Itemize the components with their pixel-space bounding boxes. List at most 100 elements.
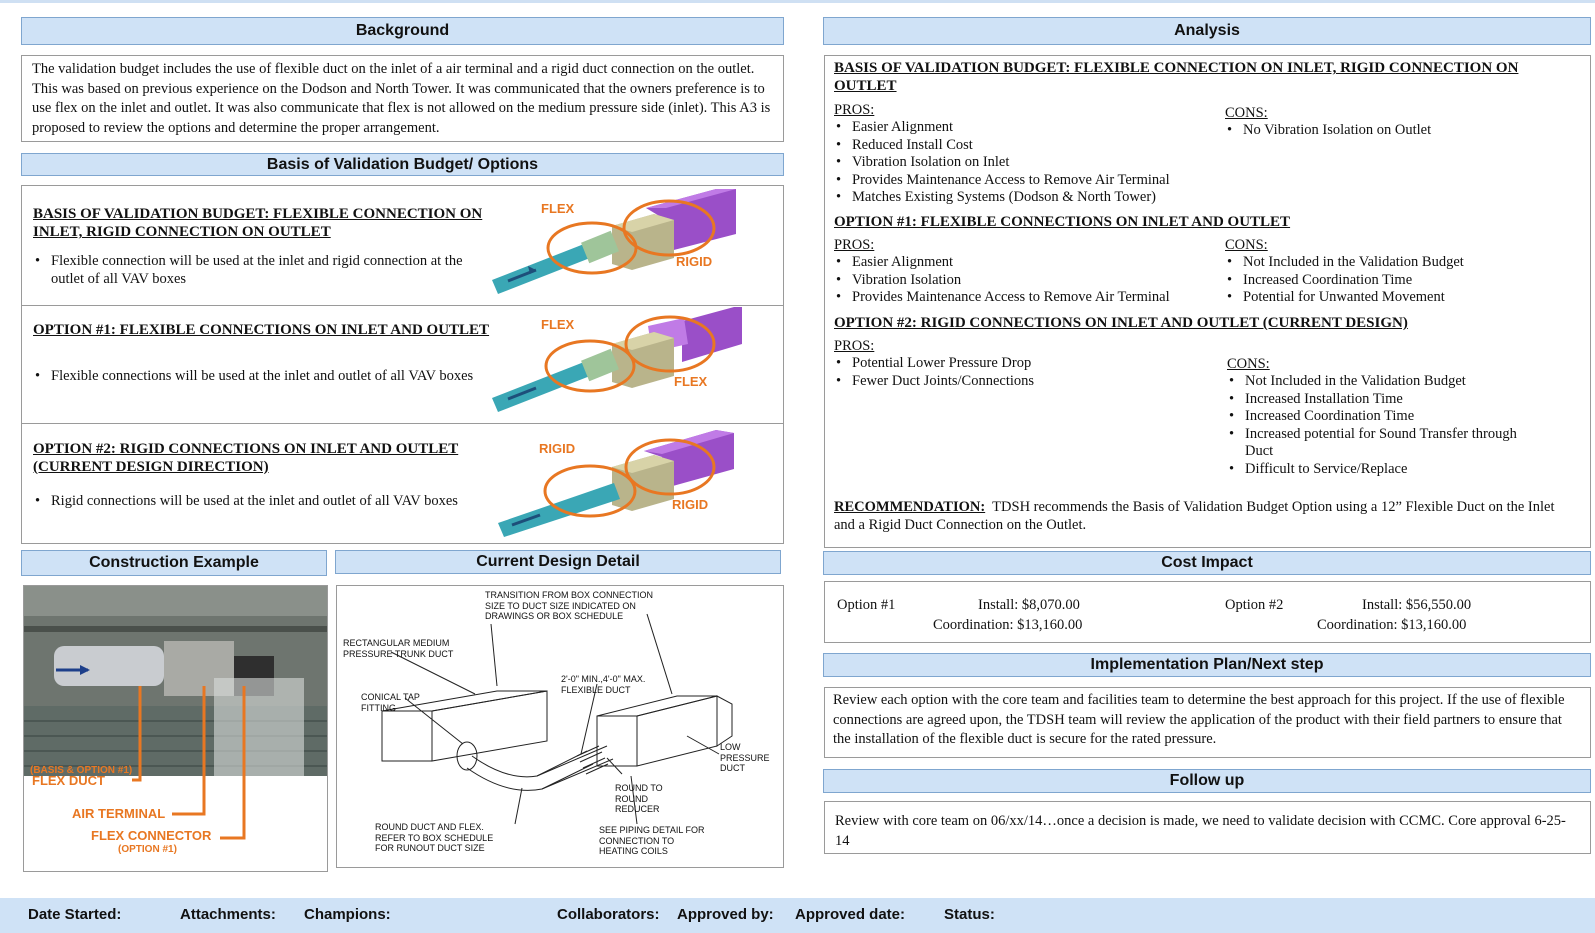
background-text: The validation budget includes the use o…: [32, 61, 771, 136]
cost-header: Cost Impact: [823, 551, 1591, 575]
approved-by-label: Approved by:: [677, 906, 774, 923]
list-item: Matches Existing Systems (Dodson & North…: [834, 189, 1224, 207]
pros-label: PROS:: [834, 338, 875, 354]
pros-label: PROS:: [834, 102, 875, 118]
recommendation: RECOMMENDATION: TDSH recommends the Basi…: [834, 499, 1579, 534]
analysis-section-title: BASIS OF VALIDATION BUDGET: FLEXIBLE CON…: [834, 60, 1519, 94]
list-item: Vibration Isolation: [834, 272, 1224, 290]
label-reducer: ROUND TO ROUND REDUCER: [615, 783, 663, 814]
pros-list: Easier Alignment Vibration Isolation Pro…: [834, 254, 1224, 307]
air-terminal-label: AIR TERMINAL: [72, 806, 165, 821]
construction-box: (BASIS & OPTION #1) FLEX DUCT AIR TERMIN…: [23, 585, 328, 872]
list-item: Easier Alignment: [834, 254, 1224, 272]
followup-text: Review with core team on 06/xx/14…once a…: [835, 813, 1566, 849]
champions-label: Champions:: [304, 906, 391, 923]
inlet-label: FLEX: [541, 317, 575, 332]
duct-diagram-option-1: FLEX FLEX: [492, 307, 742, 412]
label-low-pressure: LOW PRESSURE DUCT: [720, 742, 770, 773]
flex-connector-label: FLEX CONNECTOR: [91, 828, 212, 843]
duct-diagram-option-2: RIGID RIGID: [498, 430, 734, 537]
list-item: Potential for Unwanted Movement: [1225, 289, 1575, 307]
cons-label: CONS:: [1227, 356, 1270, 372]
list-item: Reduced Install Cost: [834, 137, 1224, 155]
analysis-box: BASIS OF VALIDATION BUDGET: FLEXIBLE CON…: [824, 55, 1591, 548]
attachments-label: Attachments:: [180, 906, 276, 923]
label-piping: SEE PIPING DETAIL FOR CONNECTION TO HEAT…: [599, 825, 705, 856]
list-item: Increased potential for Sound Transfer t…: [1227, 426, 1527, 461]
label-round-duct: ROUND DUCT AND FLEX. REFER TO BOX SCHEDU…: [375, 822, 494, 853]
label-transition: TRANSITION FROM BOX CONNECTION SIZE TO D…: [485, 590, 654, 621]
background-box: The validation budget includes the use o…: [21, 55, 784, 142]
list-item: Not Included in the Validation Budget: [1227, 373, 1527, 391]
option-1-label: Option #1: [837, 597, 896, 613]
cons-list: No Vibration Isolation on Outlet: [1225, 122, 1575, 140]
option-title: OPTION #1: FLEXIBLE CONNECTIONS ON INLET…: [33, 322, 490, 338]
list-item: Potential Lower Pressure Drop: [834, 355, 1224, 373]
label-conical: CONICAL TAP FITTING: [361, 692, 420, 713]
pros-list: Easier Alignment Reduced Install Cost Vi…: [834, 119, 1224, 207]
option-2: OPTION #2: RIGID CONNECTIONS ON INLET AN…: [22, 423, 783, 544]
option-1: OPTION #1: FLEXIBLE CONNECTIONS ON INLET…: [22, 304, 783, 424]
list-item: Fewer Duct Joints/Connections: [834, 373, 1224, 391]
background-header: Background: [21, 17, 784, 45]
analysis-section-title: OPTION #2: RIGID CONNECTIONS ON INLET AN…: [834, 315, 1408, 331]
option-bullets: Flexible connections will be used at the…: [33, 368, 493, 386]
list-item: Not Included in the Validation Budget: [1225, 254, 1575, 272]
list-item: Difficult to Service/Replace: [1227, 461, 1527, 479]
followup-box: Review with core team on 06/xx/14…once a…: [824, 801, 1591, 854]
construction-header: Construction Example: [21, 550, 327, 576]
approved-date-label: Approved date:: [795, 906, 906, 923]
list-item: Flexible connection will be used at the …: [33, 253, 493, 288]
flex-duct-label: FLEX DUCT: [32, 773, 105, 788]
detail-box: TRANSITION FROM BOX CONNECTION SIZE TO D…: [336, 585, 784, 868]
analysis-header: Analysis: [823, 17, 1591, 45]
option-title: OPTION #2: RIGID CONNECTIONS ON INLET AN…: [33, 441, 459, 475]
list-item: Increased Coordination Time: [1227, 408, 1527, 426]
recommendation-label: RECOMMENDATION:: [834, 499, 986, 515]
outlet-label: FLEX: [674, 374, 708, 389]
option-2-label: Option #2: [1225, 597, 1284, 613]
plan-header: Implementation Plan/Next step: [823, 653, 1591, 677]
option-bullets: Rigid connections will be used at the in…: [33, 493, 493, 511]
list-item: Provides Maintenance Access to Remove Ai…: [834, 172, 1224, 190]
footer-bar: Date Started: Attachments: Champions: Co…: [0, 898, 1595, 933]
top-rule: [0, 0, 1595, 3]
option-basis: BASIS OF VALIDATION BUDGET: FLEXIBLE CON…: [22, 186, 783, 306]
option-1-install: Install: $8,070.00: [978, 597, 1080, 613]
label-flex: 2'-0" MIN.,4'-0" MAX. FLEXIBLE DUCT: [561, 674, 646, 695]
inlet-label: FLEX: [541, 201, 575, 216]
cons-label: CONS:: [1225, 105, 1268, 121]
basis-header: Basis of Validation Budget/ Options: [21, 153, 784, 176]
date-started-label: Date Started:: [28, 906, 122, 923]
list-item: No Vibration Isolation on Outlet: [1225, 122, 1575, 140]
options-box: BASIS OF VALIDATION BUDGET: FLEXIBLE CON…: [21, 185, 784, 544]
air-terminal-box: [612, 214, 674, 270]
option-2-coordination: Coordination: $13,160.00: [1317, 617, 1467, 633]
outlet-label: RIGID: [672, 497, 708, 512]
outlet-label: RIGID: [676, 254, 712, 269]
list-item: Provides Maintenance Access to Remove Ai…: [834, 289, 1224, 307]
plan-box: Review each option with the core team an…: [824, 687, 1591, 758]
detail-header: Current Design Detail: [335, 550, 781, 574]
construction-photo: (BASIS & OPTION #1) FLEX DUCT AIR TERMIN…: [24, 586, 327, 871]
option-1-coordination: Coordination: $13,160.00: [933, 617, 1083, 633]
followup-header: Follow up: [823, 769, 1591, 793]
status-label: Status:: [944, 906, 995, 923]
pros-label: PROS:: [834, 237, 875, 253]
pros-list: Potential Lower Pressure Drop Fewer Duct…: [834, 355, 1224, 390]
cons-label: CONS:: [1225, 237, 1268, 253]
plan-text: Review each option with the core team an…: [833, 692, 1565, 747]
duct-diagram-basis: FLEX RIGID: [492, 189, 736, 294]
cost-box: Option #1 Install: $8,070.00 Coordinatio…: [824, 581, 1591, 643]
cons-list: Not Included in the Validation Budget In…: [1225, 254, 1575, 307]
option-2-install: Install: $56,550.00: [1362, 597, 1472, 613]
list-item: Increased Coordination Time: [1225, 272, 1575, 290]
label-trunk: RECTANGULAR MEDIUM PRESSURE TRUNK DUCT: [343, 638, 454, 659]
flex-connector-sublabel: (OPTION #1): [118, 844, 177, 855]
list-item: Easier Alignment: [834, 119, 1224, 137]
analysis-section-title: OPTION #1: FLEXIBLE CONNECTIONS ON INLET…: [834, 214, 1291, 230]
cons-list: Not Included in the Validation Budget In…: [1227, 373, 1527, 478]
collaborators-label: Collaborators:: [557, 906, 660, 923]
list-item: Increased Installation Time: [1227, 391, 1527, 409]
option-bullets: Flexible connection will be used at the …: [33, 253, 493, 288]
